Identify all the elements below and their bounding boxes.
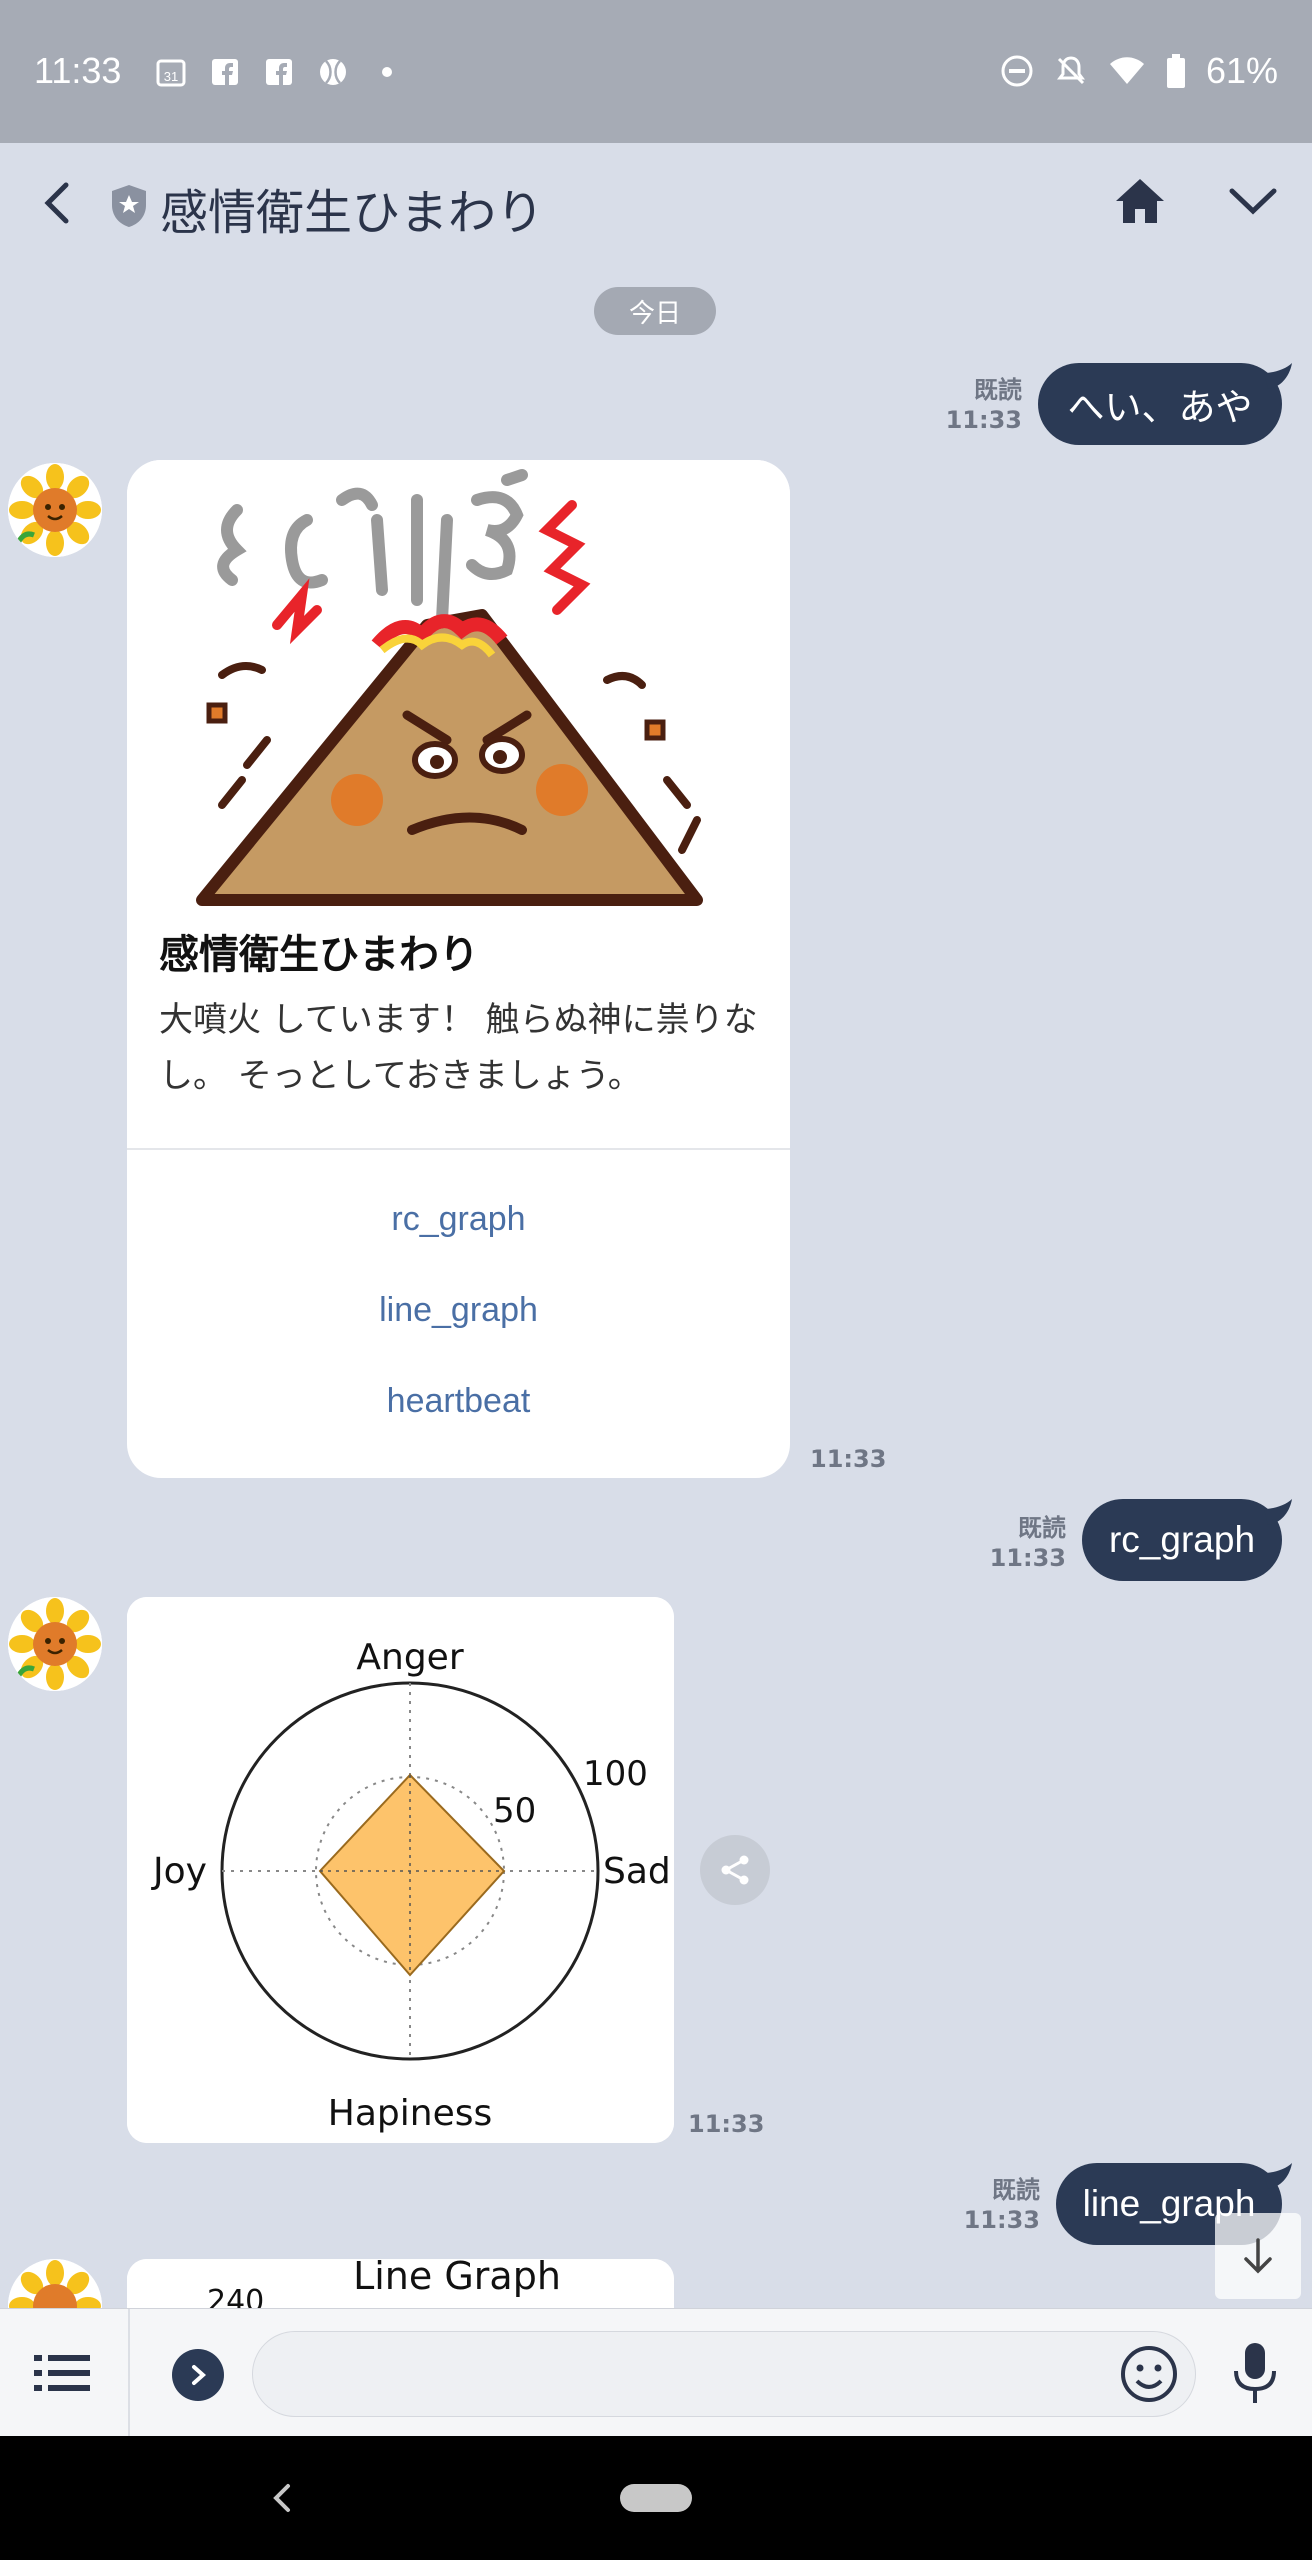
input-divider [128,2309,130,2437]
radar-tick-100: 100 [583,1754,648,1794]
radar-label-left: Joy [151,1851,207,1892]
wifi-icon [1109,57,1144,84]
action-heartbeat[interactable]: heartbeat [127,1382,790,1421]
radar-tick-50: 50 [493,1791,536,1831]
notification-icons: 31 [155,56,403,88]
voice-button[interactable] [1228,2339,1282,2409]
list-icon [34,2355,90,2391]
action-rc-graph[interactable]: rc_graph [127,1200,790,1239]
chevron-left-icon [44,182,69,224]
message-time: 11:33 [945,406,1022,434]
read-label: 既読 [992,2176,1040,2204]
outgoing-message[interactable]: rc_graph [1082,1499,1292,1581]
read-receipt: 既読 11:33 [984,1513,1066,1573]
read-label: 既読 [1018,1514,1066,1542]
read-receipt: 既読 11:33 [958,2175,1040,2235]
bubble-tail [1264,2163,1292,2189]
read-label: 既読 [974,376,1022,404]
avatar[interactable] [8,463,102,557]
menu-dropdown-button[interactable] [1222,173,1284,229]
dot-icon [371,56,403,88]
message-time: 11:33 [963,2206,1040,2234]
sunflower-icon [8,2259,102,2308]
system-home-pill[interactable] [620,2484,692,2512]
volcano-illustration [127,460,790,915]
status-time: 11:33 [34,50,122,91]
message-time: 11:33 [810,1445,887,1473]
system-nav-bar [0,2436,1312,2560]
share-icon [721,1855,749,1885]
official-badge-icon [112,185,146,227]
bubble-tail [1264,363,1292,389]
facebook-icon [209,56,241,88]
nav-back-icon [273,2484,290,2512]
arrow-down-icon [1244,2238,1272,2274]
line-graph-tick: 240 [207,2284,264,2308]
share-button[interactable] [700,1835,770,1905]
message-text: へい、あや [1067,387,1253,428]
chat-title: 感情衛生ひまわり [160,185,545,241]
chat-area[interactable]: 今日 既読 11:33 へい、あや 感情衛生ひまわり 大噴火 しています！ 触ら… [0,263,1312,2308]
emotion-card[interactable]: 感情衛生ひまわり 大噴火 しています！ 触らぬ神に祟りなし。 そっとしておきまし… [127,460,790,1478]
facebook-icon [263,56,295,88]
radar-label-top: Anger [356,1637,463,1678]
chevron-right-icon [192,2365,207,2385]
action-line-graph[interactable]: line_graph [127,1291,790,1330]
system-back-button[interactable] [262,2476,302,2520]
status-bar: 11:33 31 61% [0,0,1312,143]
bell-off-icon [1056,56,1085,85]
scroll-to-bottom-button[interactable] [1215,2213,1301,2299]
radar-label-bottom: Hapiness [328,2093,492,2134]
home-icon [1116,179,1164,223]
avatar[interactable] [8,2259,102,2308]
battery-percent: 61% [1205,50,1278,91]
expand-button[interactable] [172,2349,224,2401]
message-input[interactable] [252,2331,1196,2417]
back-button[interactable] [28,173,88,233]
chevron-down-icon [1229,188,1277,215]
sunflower-icon [8,1597,102,1691]
microphone-icon [1234,2343,1276,2403]
line-graph-image[interactable]: Line Graph 240 [127,2259,674,2308]
radar-label-right: Sad [603,1851,671,1892]
message-time: 11:33 [989,1544,1066,1572]
message-text: rc_graph [1108,1519,1256,1560]
dnd-icon [1001,55,1033,87]
home-button[interactable] [1112,173,1168,229]
read-receipt: 既読 11:33 [940,375,1022,435]
message-time: 11:33 [688,2110,765,2138]
card-body: 大噴火 しています！ 触らぬ神に祟りなし。 そっとしておきましょう。 [159,1000,758,1096]
battery-icon [1166,54,1185,88]
card-divider [127,1148,790,1150]
bubble-tail [1264,1499,1292,1525]
system-icons: 61% [1000,50,1278,92]
ball-icon [317,56,349,88]
chat-header: 感情衛生ひまわり [0,143,1312,263]
rich-menu-button[interactable] [30,2343,94,2403]
input-bar [0,2308,1312,2437]
sunflower-icon [8,463,102,557]
svg-text:31: 31 [164,69,178,84]
outgoing-message[interactable]: へい、あや [1038,363,1292,445]
line-graph-title: Line Graph [353,2259,561,2298]
smiley-icon [1121,2346,1177,2402]
avatar[interactable] [8,1597,102,1691]
date-separator: 今日 [594,287,716,335]
calendar-icon: 31 [155,56,187,88]
emoji-button[interactable] [1118,2343,1180,2405]
card-title: 感情衛生ひまわり [159,932,479,978]
radar-chart-image[interactable]: Anger Joy Sad Hapiness 50 100 [127,1597,674,2143]
